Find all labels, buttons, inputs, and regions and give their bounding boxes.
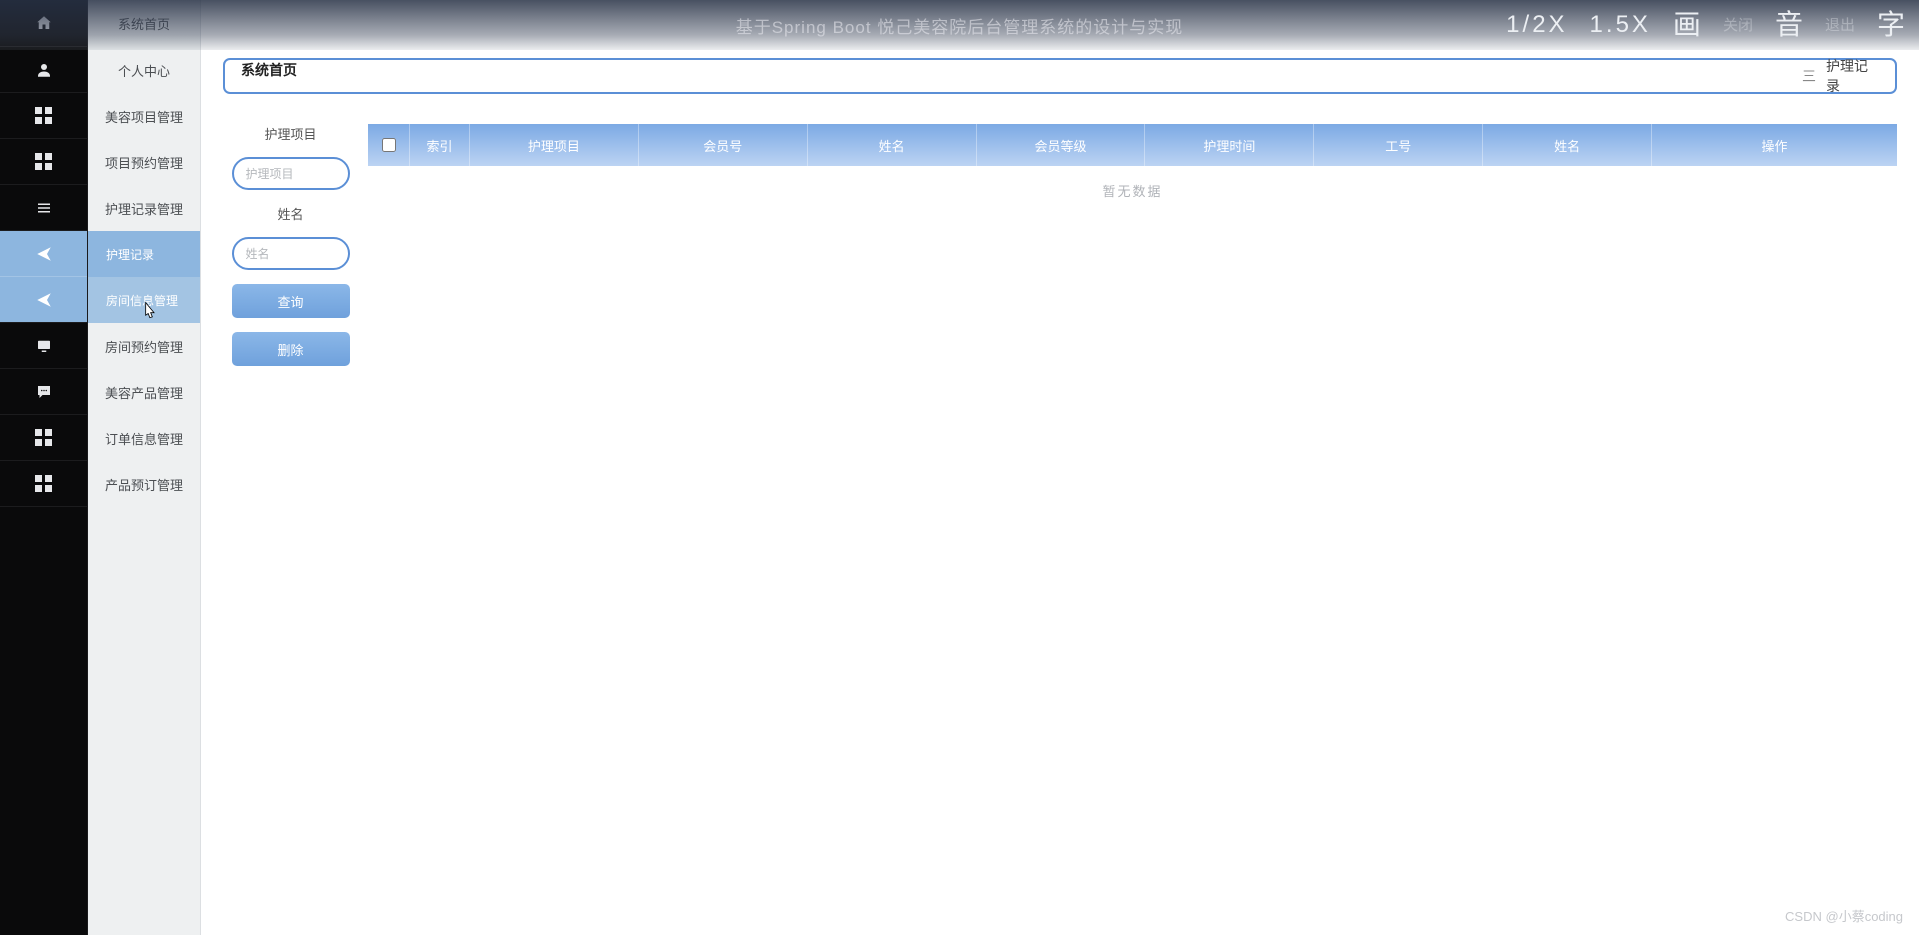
speed-1-5x-button[interactable]: 1.5X xyxy=(1590,11,1651,39)
close-button-dim[interactable]: 关闭 xyxy=(1723,18,1753,33)
picture-button[interactable]: 画 xyxy=(1673,11,1701,39)
user-icon[interactable] xyxy=(0,47,87,93)
delete-button[interactable]: 删除 xyxy=(232,332,350,366)
breadcrumb-separator-icon: 三 xyxy=(1802,66,1816,86)
main-content: 系统首页 三 护理记录 护理项目 姓名 查询 删除 索引 护理项目 会员号 姓名 xyxy=(201,0,1919,935)
sidebar-item-label: 护理记录管理 xyxy=(105,199,183,218)
watermark: CSDN @小蔡coding xyxy=(1785,906,1903,925)
page-title: 基于Spring Boot 悦己美容院后台管理系统的设计与实现 xyxy=(736,13,1184,38)
filter-label-name: 姓名 xyxy=(277,204,303,223)
select-all-checkbox[interactable] xyxy=(382,138,396,152)
sidebar-item-label: 护理记录 xyxy=(106,246,154,263)
sidebar-item-room-reserve[interactable]: 房间预约管理 xyxy=(88,323,200,369)
sidebar-item-product-reserve[interactable]: 产品预订管理 xyxy=(88,461,200,507)
player-overlay-bar: 基于Spring Boot 悦己美容院后台管理系统的设计与实现 1/2X 1.5… xyxy=(0,0,1919,50)
table-empty-text: 暂无数据 xyxy=(368,166,1897,214)
sidebar: 系统首页 个人中心 美容项目管理 项目预约管理 护理记录管理 护理记录 房间信息… xyxy=(0,0,201,935)
table-header-staff-no: 工号 xyxy=(1314,124,1483,166)
monitor-icon[interactable] xyxy=(0,323,87,369)
table-header-row: 索引 护理项目 会员号 姓名 会员等级 护理时间 工号 姓名 操作 xyxy=(368,124,1897,166)
breadcrumb-current: 护理记录 xyxy=(1826,56,1879,96)
sidebar-item-label: 美容产品管理 xyxy=(105,383,183,402)
grid-icon[interactable] xyxy=(0,415,87,461)
sidebar-item-beauty-product[interactable]: 美容产品管理 xyxy=(88,369,200,415)
sidebar-subitem-room-info[interactable]: 房间信息管理 xyxy=(88,277,200,323)
content-row: 护理项目 姓名 查询 删除 索引 护理项目 会员号 姓名 会员等级 护理时间 工… xyxy=(223,124,1897,366)
list-icon[interactable] xyxy=(0,185,87,231)
breadcrumb: 系统首页 三 护理记录 xyxy=(223,58,1897,94)
table-header-index: 索引 xyxy=(410,124,470,166)
sidebar-item-profile[interactable]: 个人中心 xyxy=(88,47,200,93)
sidebar-item-label: 房间信息管理 xyxy=(106,292,178,309)
sidebar-item-label: 房间预约管理 xyxy=(105,337,183,356)
table-header-name2: 姓名 xyxy=(1483,124,1652,166)
send-icon[interactable] xyxy=(0,231,87,277)
table-header-operate: 操作 xyxy=(1652,124,1897,166)
grid-icon[interactable] xyxy=(0,139,87,185)
table-header-checkbox[interactable] xyxy=(368,124,410,166)
sidebar-item-label: 美容项目管理 xyxy=(105,107,183,126)
table-header-member-no: 会员号 xyxy=(639,124,808,166)
sidebar-item-label: 个人中心 xyxy=(118,61,170,80)
send-icon[interactable] xyxy=(0,277,87,323)
text-button[interactable]: 字 xyxy=(1877,11,1905,39)
filter-input-name[interactable] xyxy=(232,237,350,270)
sound-button[interactable]: 音 xyxy=(1775,11,1803,39)
grid-icon[interactable] xyxy=(0,93,87,139)
sidebar-item-label: 产品预订管理 xyxy=(105,475,183,494)
sidebar-item-project-reserve[interactable]: 项目预约管理 xyxy=(88,139,200,185)
sidebar-item-order-info[interactable]: 订单信息管理 xyxy=(88,415,200,461)
data-table: 索引 护理项目 会员号 姓名 会员等级 护理时间 工号 姓名 操作 暂无数据 xyxy=(368,124,1897,366)
app-root: 基于Spring Boot 悦己美容院后台管理系统的设计与实现 1/2X 1.5… xyxy=(0,0,1919,935)
sidebar-item-beauty-project[interactable]: 美容项目管理 xyxy=(88,93,200,139)
table-header-name1: 姓名 xyxy=(808,124,977,166)
sidebar-item-care-record-mgmt[interactable]: 护理记录管理 xyxy=(88,185,200,231)
sidebar-icon-rail xyxy=(0,0,88,935)
table-header-member-level: 会员等级 xyxy=(977,124,1146,166)
grid-icon[interactable] xyxy=(0,461,87,507)
breadcrumb-root[interactable]: 系统首页 xyxy=(241,60,1792,92)
sidebar-item-label: 项目预约管理 xyxy=(105,153,183,172)
chat-icon[interactable] xyxy=(0,369,87,415)
player-controls: 1/2X 1.5X 画 关闭 音 退出 字 xyxy=(1506,11,1905,39)
sidebar-label-column: 系统首页 个人中心 美容项目管理 项目预约管理 护理记录管理 护理记录 房间信息… xyxy=(88,0,201,935)
table-header-time: 护理时间 xyxy=(1145,124,1314,166)
table-header-project: 护理项目 xyxy=(470,124,639,166)
filter-input-project[interactable] xyxy=(232,157,350,190)
filter-label-project: 护理项目 xyxy=(264,124,316,143)
filter-panel: 护理项目 姓名 查询 删除 xyxy=(223,124,358,366)
sidebar-subitem-care-record[interactable]: 护理记录 xyxy=(88,231,200,277)
speed-half-button[interactable]: 1/2X xyxy=(1506,11,1567,39)
exit-button-dim[interactable]: 退出 xyxy=(1825,18,1855,33)
sidebar-item-label: 订单信息管理 xyxy=(105,429,183,448)
search-button[interactable]: 查询 xyxy=(232,284,350,318)
